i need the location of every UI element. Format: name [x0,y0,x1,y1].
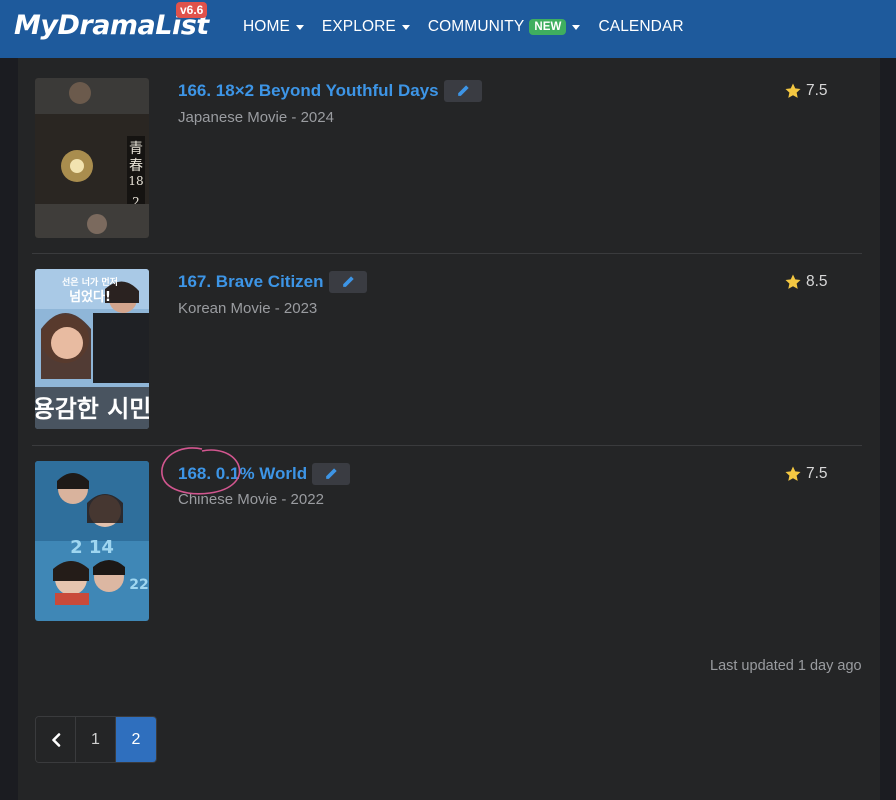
nav-calendar[interactable]: CALENDAR [598,18,683,36]
nav-home-label: HOME [243,18,290,35]
caret-down-icon [572,24,581,30]
nav-home[interactable]: HOME [243,18,304,36]
edit-button[interactable] [443,80,482,102]
poster-image[interactable]: 선은 너가 먼저 넘었다! 용감한 시민 [35,269,149,429]
drama-subtitle: Korean Movie - 2023 [178,300,318,317]
nav-explore[interactable]: EXPLORE [322,18,410,36]
rating-value: 7.5 [806,82,828,99]
svg-text:青: 青 [129,141,143,157]
page-button-1[interactable]: 1 [76,717,116,762]
svg-text:2 14: 2 14 [70,537,114,558]
title-row: 167. Brave Citizen [178,271,367,293]
title-row: 166. 18×2 Beyond Youthful Days [178,80,482,102]
rating: 7.5 [784,82,828,100]
main-nav: HOME EXPLORE COMMUNITY NEW CALENDAR [243,18,702,36]
drama-title-link[interactable]: 166. 18×2 Beyond Youthful Days [178,81,439,101]
rating: 7.5 [784,465,828,483]
svg-text:용감한 시민: 용감한 시민 [35,395,149,423]
drama-subtitle: Japanese Movie - 2024 [178,109,334,126]
star-icon [785,466,801,481]
svg-text:선은 너가 먼저: 선은 너가 먼저 [62,276,118,288]
nav-explore-label: EXPLORE [321,18,396,35]
new-badge: NEW [529,19,567,35]
caret-down-icon [295,24,304,30]
edit-button[interactable] [312,463,351,485]
drama-title-link[interactable]: 167. Brave Citizen [178,272,324,292]
list-panel: 青 春 18 2 166. 18×2 Beyond Youthful Days … [18,58,880,800]
list-item: 2 14 22 168. 0.1% World Chinese Movie - … [18,446,864,646]
pencil-icon [342,276,354,287]
nav-calendar-label: CALENDAR [598,18,684,35]
caret-down-icon [401,24,410,30]
chevron-left-icon [51,732,60,747]
nav-community[interactable]: COMMUNITY NEW [428,18,581,36]
annotation-circle [161,447,241,495]
svg-text:22: 22 [129,577,148,593]
last-updated-text: Last updated 1 day ago [710,658,862,674]
page-button-2[interactable]: 2 [116,717,156,762]
list-item: 青 春 18 2 166. 18×2 Beyond Youthful Days … [18,58,864,254]
top-navbar: MyDramaList v6.6 HOME EXPLORE COMMUNITY … [0,0,896,58]
pencil-icon [326,468,337,479]
version-badge: v6.6 [176,2,208,18]
nav-community-label: COMMUNITY [427,18,525,35]
svg-text:18: 18 [128,174,143,188]
pagination: 1 2 [35,716,157,763]
svg-text:넘었다!: 넘었다! [69,289,111,305]
poster-image[interactable]: 青 春 18 2 [35,78,149,238]
pencil-icon [457,85,469,96]
rating-value: 8.5 [806,273,828,290]
svg-text:春: 春 [129,158,143,174]
poster-image[interactable]: 2 14 22 [35,461,149,621]
rating: 8.5 [784,273,828,291]
prev-page-button[interactable] [36,717,76,762]
star-icon [785,274,801,289]
list-item: 선은 너가 먼저 넘었다! 용감한 시민 167. Brave Citizen … [18,254,864,446]
edit-button[interactable] [328,271,367,293]
rating-value: 7.5 [806,465,828,482]
star-icon [785,83,801,98]
